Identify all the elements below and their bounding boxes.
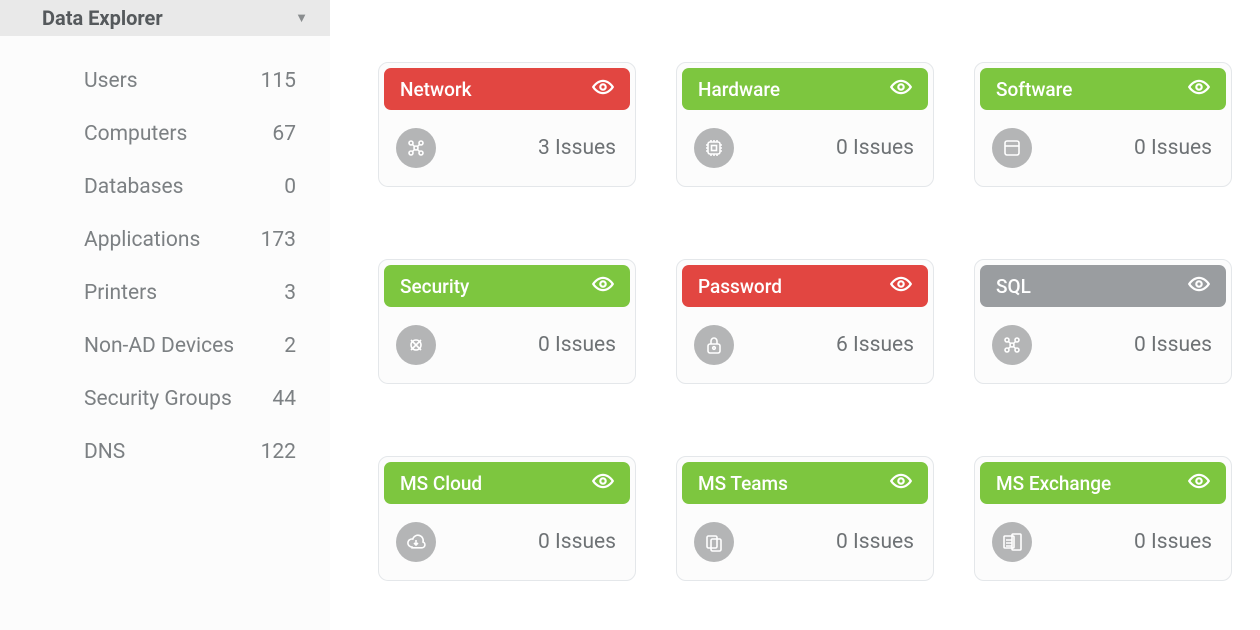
card-title: Hardware [698, 78, 780, 101]
card-title: Password [698, 275, 782, 298]
card-body: 0 Issues [384, 504, 630, 568]
sidebar-item-label: Applications [84, 228, 200, 252]
exchange-icon [992, 522, 1032, 562]
sidebar-item-label: Non-AD Devices [84, 334, 234, 358]
bug-icon [396, 325, 436, 365]
sidebar-item-count: 122 [261, 440, 296, 464]
card-header[interactable]: Security [384, 265, 630, 307]
sidebar-item-label: Users [84, 69, 138, 93]
sidebar-item-count: 115 [261, 69, 296, 93]
card-body: 0 Issues [384, 307, 630, 371]
eye-icon[interactable] [890, 273, 912, 300]
card-header[interactable]: MS Cloud [384, 462, 630, 504]
sidebar-item-printers[interactable]: Printers 3 [84, 266, 296, 319]
card-security[interactable]: Security 0 Issues [378, 259, 636, 384]
eye-icon[interactable] [1188, 76, 1210, 103]
card-issues: 0 Issues [836, 530, 914, 554]
card-issues: 3 Issues [538, 136, 616, 160]
sidebar-item-label: Databases [84, 175, 184, 199]
card-title: MS Cloud [400, 472, 482, 495]
card-title: MS Teams [698, 472, 788, 495]
card-password[interactable]: Password 6 Issues [676, 259, 934, 384]
card-issues: 0 Issues [538, 530, 616, 554]
sidebar-item-label: DNS [84, 440, 125, 464]
sidebar-item-non-ad-devices[interactable]: Non-AD Devices 2 [84, 319, 296, 372]
eye-icon[interactable] [890, 76, 912, 103]
card-ms-exchange[interactable]: MS Exchange 0 Issues [974, 456, 1232, 581]
sidebar-item-databases[interactable]: Databases 0 [84, 160, 296, 213]
card-body: 0 Issues [980, 307, 1226, 371]
sidebar-item-label: Security Groups [84, 387, 232, 411]
chevron-down-icon: ▼ [295, 10, 308, 26]
card-header[interactable]: Software [980, 68, 1226, 110]
sidebar: Data Explorer ▼ Users 115 Computers 67 D… [0, 0, 330, 630]
card-header[interactable]: Network [384, 68, 630, 110]
card-header[interactable]: SQL [980, 265, 1226, 307]
card-title: Security [400, 275, 469, 298]
card-header[interactable]: MS Teams [682, 462, 928, 504]
eye-icon[interactable] [890, 470, 912, 497]
card-body: 0 Issues [980, 504, 1226, 568]
card-body: 3 Issues [384, 110, 630, 174]
sidebar-item-count: 0 [284, 175, 296, 199]
chip-icon [694, 128, 734, 168]
main-content: Network 3 Issues Hardware 0 Issues Softw… [330, 0, 1260, 630]
cards-grid: Network 3 Issues Hardware 0 Issues Softw… [378, 62, 1232, 581]
sidebar-item-label: Computers [84, 122, 187, 146]
sidebar-item-count: 2 [284, 334, 296, 358]
card-header[interactable]: MS Exchange [980, 462, 1226, 504]
card-issues: 0 Issues [1134, 530, 1212, 554]
card-body: 0 Issues [682, 504, 928, 568]
card-issues: 0 Issues [1134, 136, 1212, 160]
card-body: 0 Issues [980, 110, 1226, 174]
card-title: SQL [996, 275, 1031, 298]
card-issues: 0 Issues [538, 333, 616, 357]
sidebar-item-count: 173 [261, 228, 296, 252]
sidebar-item-count: 3 [284, 281, 296, 305]
sidebar-header[interactable]: Data Explorer ▼ [0, 0, 330, 36]
eye-icon[interactable] [1188, 470, 1210, 497]
eye-icon[interactable] [592, 76, 614, 103]
card-issues: 0 Issues [836, 136, 914, 160]
sidebar-item-label: Printers [84, 281, 157, 305]
sidebar-item-computers[interactable]: Computers 67 [84, 107, 296, 160]
network-icon [396, 128, 436, 168]
card-software[interactable]: Software 0 Issues [974, 62, 1232, 187]
teams-icon [694, 522, 734, 562]
card-ms-teams[interactable]: MS Teams 0 Issues [676, 456, 934, 581]
card-body: 6 Issues [682, 307, 928, 371]
sidebar-list: Users 115 Computers 67 Databases 0 Appli… [0, 36, 330, 478]
sidebar-item-count: 67 [272, 122, 296, 146]
card-body: 0 Issues [682, 110, 928, 174]
sidebar-item-count: 44 [272, 387, 296, 411]
card-title: Software [996, 78, 1072, 101]
sidebar-item-applications[interactable]: Applications 173 [84, 213, 296, 266]
card-header[interactable]: Hardware [682, 68, 928, 110]
card-issues: 0 Issues [1134, 333, 1212, 357]
lock-icon [694, 325, 734, 365]
sidebar-title: Data Explorer [42, 6, 163, 30]
card-hardware[interactable]: Hardware 0 Issues [676, 62, 934, 187]
sidebar-item-users[interactable]: Users 115 [84, 54, 296, 107]
card-title: MS Exchange [996, 472, 1111, 495]
eye-icon[interactable] [592, 470, 614, 497]
sidebar-item-security-groups[interactable]: Security Groups 44 [84, 372, 296, 425]
eye-icon[interactable] [1188, 273, 1210, 300]
card-ms-cloud[interactable]: MS Cloud 0 Issues [378, 456, 636, 581]
sidebar-item-dns[interactable]: DNS 122 [84, 425, 296, 478]
cloud-icon [396, 522, 436, 562]
network-icon [992, 325, 1032, 365]
eye-icon[interactable] [592, 273, 614, 300]
card-issues: 6 Issues [836, 333, 914, 357]
card-network[interactable]: Network 3 Issues [378, 62, 636, 187]
card-title: Network [400, 78, 472, 101]
window-icon [992, 128, 1032, 168]
card-header[interactable]: Password [682, 265, 928, 307]
card-sql[interactable]: SQL 0 Issues [974, 259, 1232, 384]
